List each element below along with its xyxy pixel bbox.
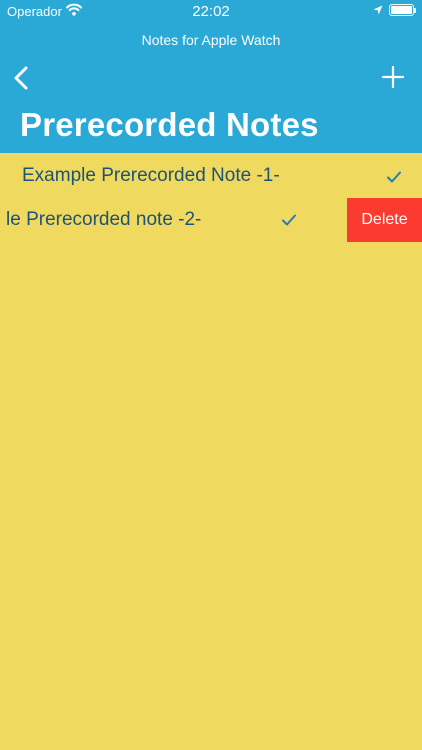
status-bar: Operador 22:02 — [0, 0, 422, 24]
delete-button[interactable]: Delete — [347, 198, 422, 242]
plus-icon[interactable] — [380, 64, 406, 90]
checkmark-icon — [282, 214, 296, 226]
battery-icon — [389, 4, 414, 16]
back-chevron-icon[interactable] — [10, 64, 34, 92]
note-title: le Prerecorded note -2- — [6, 209, 202, 230]
page-title: Prerecorded Notes — [20, 106, 319, 143]
checkmark-icon — [387, 171, 401, 183]
location-arrow-icon — [373, 5, 383, 15]
list-item[interactable]: Example Prerecorded Note -1- — [0, 154, 422, 198]
status-time: 22:02 — [192, 3, 230, 20]
note-title: Example Prerecorded Note -1- — [22, 165, 280, 186]
battery-tip — [414, 8, 416, 13]
app-title: Notes for Apple Watch — [141, 32, 281, 48]
navigation-header: Operador 22:02 Notes for Apple Watch Pre… — [0, 0, 422, 153]
